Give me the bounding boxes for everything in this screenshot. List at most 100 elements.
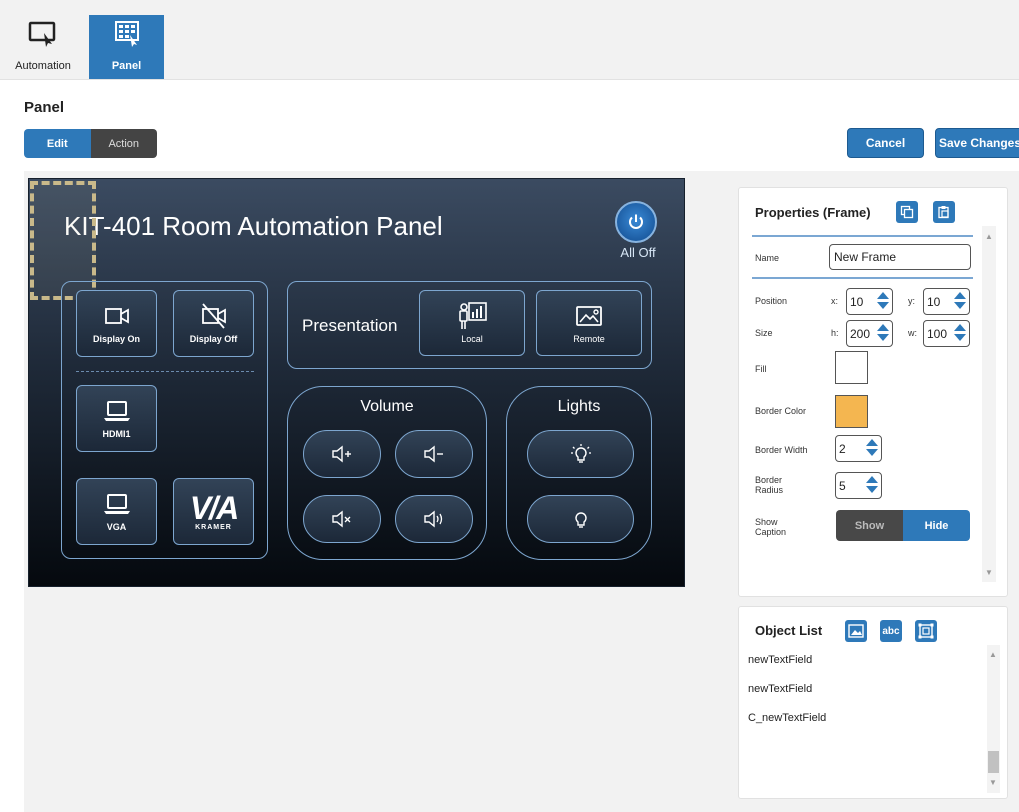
mode-toggle: Edit Action <box>24 129 157 158</box>
border-color-swatch[interactable] <box>835 395 868 428</box>
save-changes-button[interactable]: Save Changes <box>935 128 1019 158</box>
border-radius-value: 5 <box>839 478 846 493</box>
object-list-item[interactable]: newTextField <box>748 654 812 666</box>
show-caption-label-line2: Caption <box>755 527 787 537</box>
display-on-button[interactable]: Display On <box>76 290 157 357</box>
add-text-button[interactable]: abc <box>880 620 902 642</box>
show-caption-show-button[interactable]: Show <box>836 510 903 541</box>
presentation-label: Presentation <box>302 316 398 335</box>
scroll-down-icon[interactable]: ▼ <box>989 778 997 787</box>
position-label: Position <box>755 296 788 306</box>
tab-panel-label: Panel <box>111 60 142 72</box>
volume-up-icon <box>332 445 351 463</box>
object-list-item[interactable]: newTextField <box>748 683 812 695</box>
fill-label: Fill <box>755 364 767 374</box>
edit-mode-button[interactable]: Edit <box>24 129 91 158</box>
increment-icon[interactable] <box>866 439 878 446</box>
increment-icon[interactable] <box>877 324 889 331</box>
decrement-icon[interactable] <box>954 334 966 341</box>
show-caption-toggle: Show Hide <box>836 510 970 541</box>
tab-panel[interactable]: Panel <box>89 15 164 79</box>
unmute-button[interactable] <box>395 495 473 543</box>
image-icon <box>848 624 864 638</box>
hdmi1-label: HDMI1 <box>102 429 131 439</box>
add-frame-button[interactable] <box>915 620 937 642</box>
show-caption-hide-button[interactable]: Hide <box>903 510 970 541</box>
decrement-icon[interactable] <box>877 334 889 341</box>
properties-scrollbar[interactable] <box>982 226 996 582</box>
show-caption-label: Show Caption <box>755 517 786 537</box>
name-label: Name <box>755 253 780 263</box>
volume-loud-icon <box>424 510 443 528</box>
panel-title[interactable]: KIT-401 Room Automation Panel <box>64 211 443 242</box>
display-off-button[interactable]: Display Off <box>173 290 254 357</box>
decrement-icon[interactable] <box>877 302 889 309</box>
increment-icon[interactable] <box>954 292 966 299</box>
remote-button[interactable]: Remote <box>536 290 642 356</box>
w-label: w: <box>908 328 917 338</box>
decrement-icon[interactable] <box>954 302 966 309</box>
x-label: x: <box>831 296 839 306</box>
border-radius-label-line1: Border <box>755 475 783 485</box>
border-width-stepper[interactable]: 2 <box>835 435 882 462</box>
local-button[interactable]: Local <box>419 290 525 356</box>
height-stepper[interactable]: 200 <box>846 320 893 347</box>
presenter-icon <box>455 301 489 329</box>
cancel-button[interactable]: Cancel <box>847 128 924 158</box>
properties-title: Properties (Frame) <box>755 205 871 220</box>
copy-button[interactable] <box>896 201 918 223</box>
x-position-stepper[interactable]: 10 <box>846 288 893 315</box>
volume-up-button[interactable] <box>303 430 381 478</box>
show-caption-label-line1: Show <box>755 517 778 527</box>
monitor-cursor-icon <box>26 17 60 51</box>
volume-down-button[interactable] <box>395 430 473 478</box>
scroll-down-icon[interactable]: ▼ <box>985 568 993 577</box>
bulb-on-icon <box>570 444 591 463</box>
remote-label: Remote <box>573 333 605 344</box>
y-position-stepper[interactable]: 10 <box>923 288 970 315</box>
object-list-item[interactable]: C_newTextField <box>748 712 826 724</box>
image-icon <box>574 303 604 329</box>
frame-name-input[interactable]: New Frame <box>829 244 971 270</box>
add-image-button[interactable] <box>845 620 867 642</box>
increment-icon[interactable] <box>877 292 889 299</box>
grid-panel-icon <box>110 17 144 51</box>
border-width-label: Border Width <box>755 445 808 455</box>
border-radius-stepper[interactable]: 5 <box>835 472 882 499</box>
increment-icon[interactable] <box>866 476 878 483</box>
lights-label: Lights <box>557 398 601 415</box>
tab-automation-label: Automation <box>15 60 71 72</box>
all-off-button[interactable] <box>615 201 657 243</box>
border-radius-label: Border Radius <box>755 475 783 495</box>
vga-button[interactable]: VGA <box>76 478 157 545</box>
copy-icon <box>900 205 914 219</box>
decrement-icon[interactable] <box>866 486 878 493</box>
volume-label: Volume <box>360 398 414 415</box>
camera-off-icon <box>199 303 229 329</box>
fill-color-swatch[interactable] <box>835 351 868 384</box>
paste-icon <box>938 206 949 219</box>
y-value: 10 <box>927 294 941 309</box>
border-radius-label-line2: Radius <box>755 485 784 495</box>
power-icon <box>629 214 643 229</box>
via-button[interactable]: V/A KRAMER <box>173 478 254 545</box>
scroll-up-icon[interactable]: ▲ <box>985 232 993 241</box>
lights-off-button[interactable] <box>527 495 634 543</box>
all-off-label: All Off <box>620 245 656 260</box>
paste-button[interactable] <box>933 201 955 223</box>
volume-down-icon <box>424 445 443 463</box>
camera-icon <box>102 303 132 329</box>
scroll-up-icon[interactable]: ▲ <box>989 650 997 659</box>
object-list-scroll-thumb[interactable] <box>988 751 999 773</box>
increment-icon[interactable] <box>954 324 966 331</box>
local-label: Local <box>461 333 483 344</box>
decrement-icon[interactable] <box>866 449 878 456</box>
lights-on-button[interactable] <box>527 430 634 478</box>
tab-automation[interactable]: Automation <box>8 15 78 79</box>
size-label: Size <box>755 328 773 338</box>
action-mode-button[interactable]: Action <box>90 129 157 158</box>
h-label: h: <box>831 328 839 338</box>
hdmi1-button[interactable]: HDMI1 <box>76 385 157 452</box>
width-stepper[interactable]: 100 <box>923 320 970 347</box>
mute-button[interactable] <box>303 495 381 543</box>
